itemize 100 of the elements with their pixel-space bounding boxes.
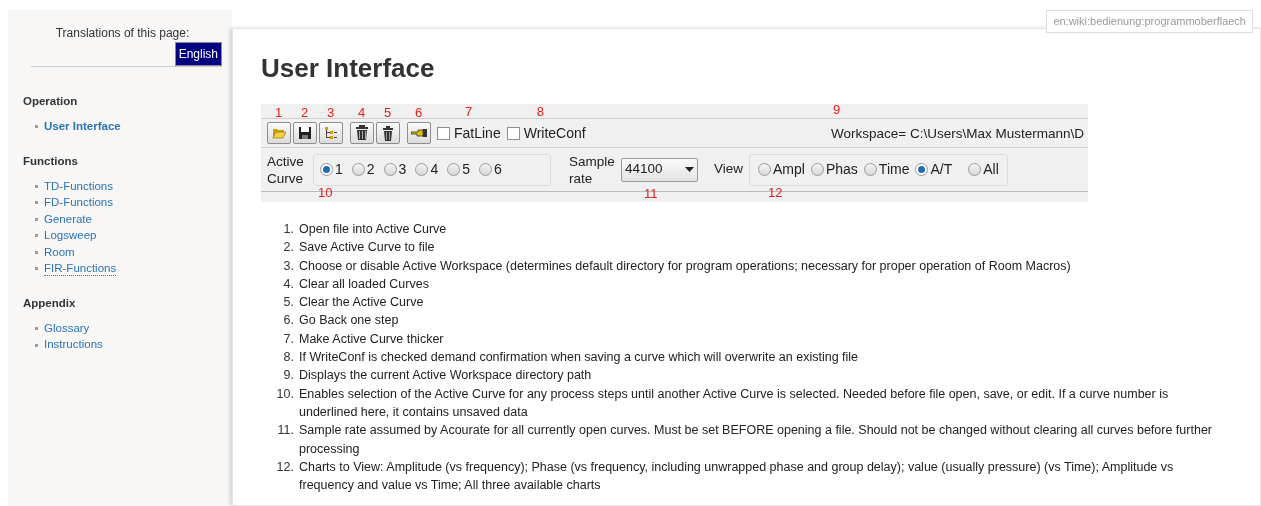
bullet-icon [35, 201, 38, 205]
bullet-icon [35, 267, 38, 271]
radio-button[interactable] [351, 163, 365, 176]
radio-button[interactable] [383, 163, 397, 176]
bullet-icon [35, 343, 38, 347]
list-number: 12. [275, 458, 295, 476]
radio-button[interactable] [968, 163, 982, 176]
list-number: 11. [276, 422, 295, 440]
radio-button[interactable] [415, 163, 429, 176]
section-heading: Appendix [23, 296, 77, 311]
sidebar-link[interactable]: User Interface [44, 117, 121, 136]
radio-button[interactable] [915, 163, 929, 176]
list-number: 2. [282, 239, 295, 257]
toolbar-button[interactable] [376, 122, 400, 144]
language-button[interactable]: English [174, 42, 222, 66]
bullet-icon [35, 250, 38, 254]
field-label: Sample rate [569, 152, 616, 187]
radio-label: 2 [366, 160, 375, 179]
list-number: 6. [282, 312, 295, 330]
list-number: 1. [282, 221, 295, 238]
tree-list-icon [324, 126, 338, 140]
section-heading: Functions [23, 153, 79, 169]
list-item-text: Save Active Curve to file [299, 239, 435, 257]
callout-number: 9 [833, 100, 841, 119]
list-item-text: Enables selection of the Active Curve for any process steps until another Active Curve is selected. Needed before file open, save, or edit. If a curve number is underlined here, it contains unsaved data [299, 385, 1170, 421]
page-id: en:wiki:bedienung:programmoberflaech [1046, 10, 1253, 33]
checkbox[interactable] [437, 126, 450, 140]
callout-number: 2 [301, 104, 309, 122]
callout-number: 5 [384, 104, 392, 122]
radio-button[interactable] [810, 163, 824, 176]
radio-label: 4 [430, 160, 439, 179]
field-label: Active Curve [267, 152, 305, 187]
list-item-text: Displays the current Active Workspace directory path [299, 367, 592, 385]
radio-label: 3 [398, 160, 407, 179]
callout-number: 1 [275, 104, 283, 122]
trash-icon [355, 125, 369, 141]
back-hand-icon [411, 128, 427, 138]
list-number: 8. [282, 349, 295, 367]
bullet-icon [35, 125, 38, 128]
callout-number: 4 [358, 104, 366, 122]
caret-icon [685, 167, 694, 172]
bullet-icon [35, 234, 38, 238]
radio-label: Time [878, 160, 910, 179]
bullet-icon [35, 327, 38, 330]
list-item-text: If WriteConf is checked demand confirmation when saving a curve which will overwrite an existing file [299, 349, 859, 367]
radio-label: A/T [930, 160, 953, 179]
callout-number: 11 [644, 184, 658, 203]
list-item-text: Charts to View: Amplitude (vs frequency); Phase (vs frequency, including unwrapped phase and group delay); value (usually pressure) (vs Time); Amplitude vs frequency and value vs Time; All three available charts [299, 458, 1175, 495]
sidebar-link[interactable]: Glossary [44, 319, 90, 338]
checkbox-label: FatLine [454, 123, 501, 143]
list-number: 9. [282, 367, 295, 385]
sidebar-link[interactable]: FD-Functions [44, 194, 114, 212]
callout-number: 7 [465, 102, 473, 121]
sidebar-link[interactable]: Instructions [44, 336, 103, 354]
sidebar-link[interactable]: Room [44, 243, 75, 261]
list-number: 7. [282, 330, 295, 348]
translations-label: Translations of this page: [54, 25, 191, 42]
list-number: 5. [282, 294, 295, 312]
sidebar-link[interactable]: Generate [44, 210, 92, 228]
callout-number: 12 [768, 183, 783, 202]
checkbox-label: WriteConf [523, 123, 586, 143]
workspace-path: Workspace= C:\Users\Max Mustermann\D [831, 125, 1084, 141]
radio-label: Phas [825, 160, 858, 179]
radio-label: 5 [462, 160, 470, 179]
radio-label: Ampl [773, 160, 805, 179]
callout-number: 10 [318, 183, 333, 202]
radio-label: All [983, 160, 999, 179]
sidebar-link[interactable]: Logsweep [44, 227, 97, 245]
list-number: 3. [282, 257, 295, 275]
toolbar-button[interactable] [407, 122, 431, 144]
radio-button[interactable] [863, 163, 877, 176]
checkbox[interactable] [506, 126, 520, 140]
radio-button[interactable] [447, 163, 461, 176]
radio-button[interactable] [479, 163, 492, 176]
list-number: 10. [275, 385, 295, 403]
callout-number: 8 [536, 102, 544, 121]
callout-number: 3 [327, 104, 335, 122]
trash-icon [382, 125, 394, 141]
list-number: 4. [282, 275, 295, 293]
list-item-text: Open file into Active Curve [299, 221, 447, 238]
section-heading: Operation [23, 94, 79, 109]
sidebar-link[interactable]: TD-Functions [44, 177, 114, 195]
page-title: User Interface [261, 52, 436, 85]
toolbar-button[interactable] [319, 122, 343, 144]
radio-label: 6 [494, 160, 502, 179]
list-item-text: Clear the Active Curve [299, 294, 424, 312]
radio-button[interactable] [320, 163, 333, 176]
bullet-icon [35, 184, 38, 188]
radio-button[interactable] [758, 163, 772, 176]
list-item-text: Sample rate assumed by Acourate for all currently open curves. Must be set BEFORE opening a file. Should not be changed without clearing all curves before further processing [299, 422, 1213, 458]
sidebar-link[interactable]: FIR-Functions [44, 261, 117, 276]
field-label: View [714, 160, 744, 179]
bullet-icon [35, 217, 38, 221]
list-item-text: Choose or disable Active Workspace (determines default directory for program operations; necessary for proper operation of Room Macros) [299, 257, 1071, 275]
toolbar-button[interactable] [350, 122, 374, 144]
list-item-text: Clear all loaded Curves [299, 275, 429, 293]
toolbar-button[interactable] [293, 122, 317, 144]
callout-number: 6 [415, 104, 423, 122]
list-item-text: Make Active Curve thicker [299, 330, 444, 348]
save-icon [298, 126, 312, 140]
